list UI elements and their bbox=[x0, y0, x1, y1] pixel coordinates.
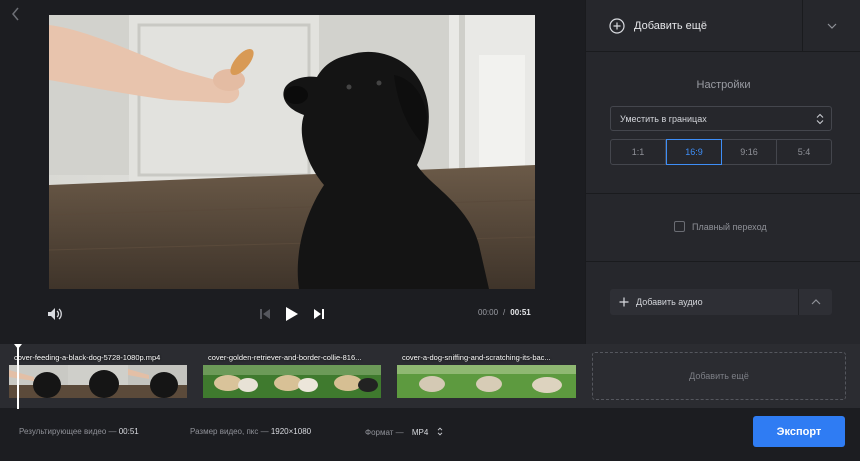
smooth-transition-checkbox[interactable] bbox=[674, 221, 685, 232]
audio-collapse-toggle[interactable] bbox=[798, 289, 832, 315]
add-more-button[interactable]: Добавить ещё bbox=[586, 0, 802, 52]
format-info: Формат — MP4 bbox=[365, 427, 443, 437]
video-size-value: 1920×1080 bbox=[270, 427, 312, 436]
settings-panel: Добавить ещё Настройки Уместить в границ… bbox=[585, 0, 860, 344]
time-separator: / bbox=[503, 308, 506, 317]
smooth-transition-option[interactable]: Плавный переход bbox=[674, 221, 767, 232]
format-label: Формат — bbox=[365, 428, 404, 437]
ratio-1-1-button[interactable]: 1:1 bbox=[611, 140, 666, 164]
clip-name: cover-a-dog-sniffing-and-scratching-its-… bbox=[402, 353, 551, 362]
video-size-label: Размер видео, пкс — bbox=[190, 427, 269, 436]
result-duration-label: Результирующее видео — bbox=[19, 427, 117, 436]
volume-button[interactable] bbox=[46, 305, 64, 323]
result-duration-info: Результирующее видео — 00:51 bbox=[19, 427, 139, 436]
timeline-clip[interactable]: cover-golden-retriever-and-border-collie… bbox=[203, 350, 381, 402]
previous-button[interactable] bbox=[257, 305, 273, 323]
add-audio-label: Добавить аудио bbox=[636, 297, 703, 307]
add-more-label: Добавить ещё bbox=[634, 20, 707, 32]
total-time: 00:51 bbox=[510, 308, 531, 317]
player-controls: 00:00 / 00:51 bbox=[0, 300, 584, 328]
current-time: 00:00 bbox=[478, 308, 499, 317]
settings-title: Настройки bbox=[696, 79, 751, 91]
play-icon bbox=[286, 307, 298, 321]
select-arrows-icon bbox=[437, 427, 442, 436]
preview-area: 00:00 / 00:51 bbox=[0, 0, 584, 344]
video-frame-image bbox=[49, 15, 535, 289]
timeline-clip[interactable]: cover-a-dog-sniffing-and-scratching-its-… bbox=[397, 350, 576, 402]
plus-circle-icon bbox=[609, 18, 625, 34]
ratio-16-9-button[interactable]: 16:9 bbox=[666, 139, 722, 165]
clip-thumbnails bbox=[9, 365, 187, 398]
panel-divider bbox=[586, 193, 860, 194]
smooth-transition-label: Плавный переход bbox=[692, 221, 767, 232]
footer-bar: Результирующее видео — 00:51 Размер виде… bbox=[0, 408, 860, 461]
export-button[interactable]: Экспорт bbox=[753, 416, 845, 447]
playhead[interactable] bbox=[14, 344, 22, 409]
audio-row: Добавить аудио bbox=[610, 289, 832, 315]
timeline: cover-feeding-a-black-dog-5728-1080p.mp4… bbox=[0, 344, 860, 409]
clip-thumbnails bbox=[397, 365, 576, 398]
chevron-left-icon bbox=[12, 7, 19, 21]
next-button[interactable] bbox=[311, 305, 327, 323]
result-duration-value: 00:51 bbox=[118, 427, 139, 436]
skip-next-icon bbox=[314, 309, 324, 319]
ratio-5-4-button[interactable]: 5:4 bbox=[777, 140, 831, 164]
chevron-down-icon bbox=[827, 23, 837, 29]
back-button[interactable] bbox=[7, 5, 25, 23]
fit-mode-select[interactable]: Уместить в границах bbox=[610, 106, 832, 131]
video-merger-app: 00:00 / 00:51 Добавить ещё Настройки Умест… bbox=[0, 0, 860, 461]
add-files-row: Добавить ещё bbox=[586, 0, 860, 52]
plus-icon bbox=[619, 297, 629, 307]
clip-name: cover-feeding-a-black-dog-5728-1080p.mp4 bbox=[14, 353, 161, 362]
clip-name: cover-golden-retriever-and-border-collie… bbox=[208, 353, 362, 362]
fit-mode-value: Уместить в границах bbox=[620, 113, 707, 124]
timeline-clip[interactable]: cover-feeding-a-black-dog-5728-1080p.mp4 bbox=[9, 350, 187, 402]
format-value: MP4 bbox=[411, 428, 429, 437]
ratio-9-16-button[interactable]: 9:16 bbox=[722, 140, 777, 164]
playback-time: 00:00 / 00:51 bbox=[478, 308, 531, 317]
add-audio-button[interactable]: Добавить аудио bbox=[610, 289, 798, 315]
add-more-dropdown-toggle[interactable] bbox=[802, 0, 860, 52]
panel-divider bbox=[586, 261, 860, 262]
play-button[interactable] bbox=[282, 303, 302, 325]
video-preview bbox=[49, 15, 535, 289]
video-size-info: Размер видео, пкс — 1920×1080 bbox=[190, 427, 311, 436]
aspect-ratio-group: 1:1 16:9 9:16 5:4 bbox=[610, 139, 832, 165]
select-arrows-icon bbox=[816, 113, 824, 125]
volume-icon bbox=[48, 308, 62, 320]
chevron-up-icon bbox=[811, 299, 820, 305]
clip-thumbnails bbox=[203, 365, 381, 398]
skip-previous-icon bbox=[260, 309, 270, 319]
add-clip-dropzone[interactable]: Добавить ещё bbox=[592, 352, 846, 400]
format-select[interactable]: MP4 bbox=[406, 427, 443, 437]
